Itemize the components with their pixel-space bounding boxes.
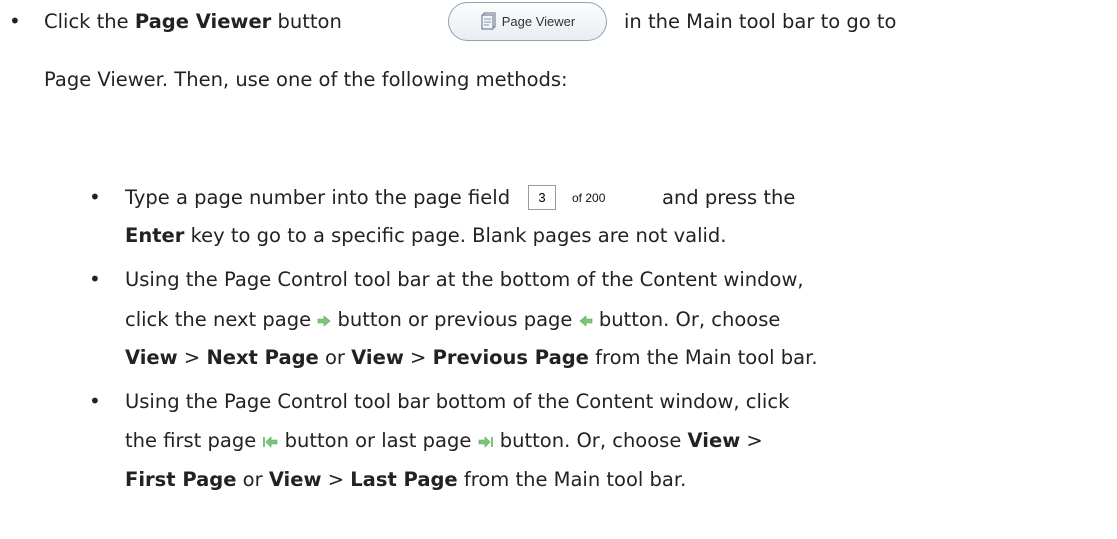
- instruction-line: Enter key to go to a specific page. Blan…: [125, 222, 727, 249]
- instruction-line: Type a page number into the page field: [125, 184, 510, 211]
- text: >: [321, 468, 351, 491]
- bold-term: Last Page: [350, 468, 458, 491]
- text: >: [403, 346, 433, 369]
- bullet: •: [89, 267, 101, 291]
- text: >: [177, 346, 207, 369]
- instruction-line: Page Viewer. Then, use one of the follow…: [44, 66, 568, 93]
- instruction-line: in the Main tool bar to go to: [624, 8, 896, 35]
- instruction-line: the first page button or last page butto…: [125, 427, 763, 454]
- previous-page-icon: [579, 314, 592, 327]
- text: from the Main tool bar.: [588, 346, 818, 369]
- bullet: •: [89, 185, 101, 209]
- bullet: •: [89, 389, 101, 413]
- text: Using the Page Control tool bar at the b…: [125, 268, 804, 291]
- text: >: [740, 429, 763, 452]
- text: button: [271, 10, 342, 33]
- text: Page Viewer. Then, use one of the follow…: [44, 68, 568, 91]
- text: button. Or, choose: [493, 429, 688, 452]
- text: and press the: [662, 186, 796, 209]
- page-viewer-button-label: Page Viewer: [501, 14, 576, 29]
- last-page-icon: [478, 435, 493, 448]
- text: click the next page: [125, 308, 318, 331]
- first-page-icon: [263, 435, 278, 448]
- text: button or previous page: [331, 308, 579, 331]
- text: button or last page: [278, 429, 478, 452]
- text: in the Main tool bar to go to: [624, 10, 897, 33]
- instruction-line: View > Next Page or View > Previous Page…: [125, 344, 818, 371]
- text: Click the: [44, 10, 135, 33]
- bold-term: View: [351, 346, 404, 369]
- bold-term: Previous Page: [432, 346, 589, 369]
- instruction-line: First Page or View > Last Page from the …: [125, 466, 686, 493]
- text: Type a page number into the page field: [125, 186, 511, 209]
- instruction-line: Click the Page Viewer button: [44, 8, 342, 35]
- text: key to go to a specific page. Blank page…: [184, 224, 727, 247]
- bold-term: View: [268, 468, 322, 491]
- text: button. Or, choose: [592, 308, 781, 331]
- bold-term: View: [687, 429, 741, 452]
- bullet: •: [9, 9, 21, 33]
- bold-term: Next Page: [206, 346, 319, 369]
- text: Using the Page Control tool bar bottom o…: [125, 390, 790, 413]
- text: or: [318, 346, 352, 369]
- bold-term: Page Viewer: [134, 10, 272, 33]
- text: from the Main tool bar.: [457, 468, 687, 491]
- next-page-icon: [317, 314, 331, 327]
- page-number-input[interactable]: 3: [528, 185, 556, 210]
- text: or: [236, 468, 269, 491]
- bold-term: First Page: [125, 468, 237, 491]
- page-viewer-icon: [481, 12, 496, 30]
- bold-term: View: [125, 346, 178, 369]
- bold-term: Enter: [125, 224, 185, 247]
- instruction-line: Using the Page Control tool bar at the b…: [125, 266, 804, 293]
- page-viewer-button[interactable]: Page Viewer: [448, 2, 607, 41]
- instruction-line: click the next page button or previous p…: [125, 306, 780, 333]
- page-total-label: of 200: [572, 191, 606, 205]
- text: the first page: [125, 429, 263, 452]
- instruction-line: Using the Page Control tool bar bottom o…: [125, 388, 789, 415]
- instruction-line: and press the: [662, 184, 795, 211]
